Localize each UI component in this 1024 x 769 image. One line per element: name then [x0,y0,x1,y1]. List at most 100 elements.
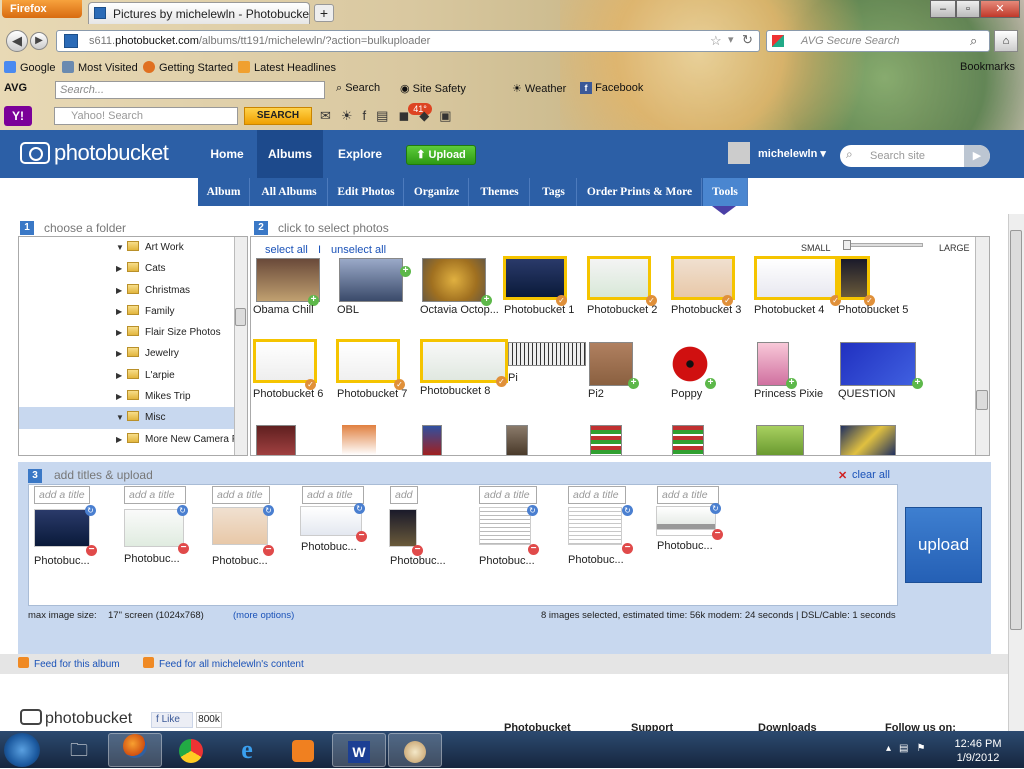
start-button[interactable] [4,733,40,767]
subnav-order-prints[interactable]: Order Prints & More [578,178,702,206]
avg-search-input[interactable]: Search... [55,81,325,99]
title-input[interactable]: add a title [124,486,186,504]
expand-icon[interactable]: ▶ [116,280,122,301]
more-options-link[interactable]: (more options) [233,610,294,621]
bookmark-latest-headlines[interactable]: Latest Headlines [238,61,336,74]
title-input[interactable]: add a title [34,486,90,504]
folder-item[interactable]: ▶ Mikes Trip [19,386,247,407]
folder-item[interactable]: ▶ More New Camera Pi [19,429,247,450]
clear-all-link[interactable]: clear all [852,469,890,481]
close-window-button[interactable]: ✕ [980,0,1020,18]
firefox-taskbar-icon[interactable] [108,733,162,767]
folder-item[interactable]: ▶ L'arpie [19,365,247,386]
nav-home[interactable]: Home [198,130,256,178]
expand-icon[interactable]: ▶ [116,343,122,364]
bookmark-getting-started[interactable]: Getting Started [143,61,233,74]
site-safety-button[interactable]: ◉ Site Safety [400,82,466,95]
clear-all-icon[interactable]: ✕ [838,469,847,482]
upload-button[interactable]: upload [905,507,982,583]
folder-item[interactable]: ▼ Art Work [19,237,247,258]
photo-thumbnail[interactable] [590,425,622,455]
nav-albums[interactable]: Albums [257,130,323,178]
rotate-icon[interactable]: ↻ [85,505,96,516]
photo-scrollbar[interactable] [975,237,989,455]
remove-icon[interactable]: − [356,531,367,542]
home-icon[interactable]: ⌂ [994,30,1018,52]
expand-icon[interactable]: ▶ [116,365,122,386]
expand-icon[interactable]: ▶ [116,301,122,322]
paint-taskbar-icon[interactable] [388,733,442,767]
max-size-value[interactable]: 17" screen (1024x768) [108,610,204,621]
folder-item[interactable]: ▶ Family [19,301,247,322]
feed-album-link[interactable]: Feed for this album [18,657,120,670]
rotate-icon[interactable]: ↻ [177,505,188,516]
rotate-icon[interactable]: ↻ [263,505,274,516]
bookmark-google[interactable]: Google [4,61,55,74]
photo-thumbnail[interactable] [757,342,789,386]
media-player-taskbar-icon[interactable] [276,733,330,767]
select-all-link[interactable]: select all [265,244,308,256]
expand-icon[interactable]: ▶ [116,429,122,450]
photo-thumbnail-selected[interactable] [336,339,400,383]
photo-thumbnail-selected[interactable] [253,339,317,383]
firefox-menu-button[interactable]: Firefox [2,0,82,18]
photo-thumbnail-selected[interactable] [420,339,508,383]
avg-search-button[interactable]: ⌕ Search [336,82,380,95]
rotate-icon[interactable]: ↻ [354,503,365,514]
unselect-all-link[interactable]: unselect all [331,244,386,256]
folder-scroll-thumb[interactable] [235,308,246,326]
remove-icon[interactable]: − [712,529,723,540]
photo-thumbnail-selected[interactable] [671,256,735,300]
bookmark-star-icon[interactable]: ☆ [710,33,722,49]
rotate-icon[interactable]: ↻ [710,503,721,514]
subnav-tags[interactable]: Tags [531,178,577,206]
dropdown-arrow-icon[interactable]: ▾ [728,33,734,46]
photo-thumbnail[interactable] [339,258,403,302]
system-clock[interactable]: 12:46 PM 1/9/2012 [950,737,1006,765]
facebook-button[interactable]: f Facebook [580,82,643,94]
folder-item[interactable]: ▶ Cats [19,258,247,279]
photo-thumbnail-selected[interactable] [503,256,567,300]
bookmarks-menu[interactable]: Bookmarks [960,61,1015,73]
back-button[interactable]: ◀ [6,30,28,52]
title-input[interactable]: add a title [568,486,626,504]
subnav-all-albums[interactable]: All Albums [251,178,328,206]
subnav-album[interactable]: Album [198,178,250,206]
photo-thumbnail[interactable] [256,425,296,455]
minimize-button[interactable]: – [930,0,956,18]
subnav-themes[interactable]: Themes [470,178,530,206]
photo-thumbnail[interactable] [508,342,586,366]
yahoo-search-button[interactable]: SEARCH [244,107,312,125]
photo-thumbnail[interactable] [840,425,896,455]
folder-item[interactable]: ▶ Jewelry [19,343,247,364]
browser-tab[interactable]: Pictures by michelewln - Photobucket [88,2,310,24]
expand-icon[interactable]: ▼ [116,407,124,428]
photo-thumbnail[interactable] [422,258,486,302]
photo-scroll-thumb[interactable] [976,390,988,410]
folder-scrollbar[interactable] [234,237,247,455]
upload-header-button[interactable]: ⬆ Upload [406,145,476,165]
title-input[interactable]: add a title [212,486,270,504]
expand-icon[interactable]: ▶ [116,322,122,343]
subnav-tools[interactable]: Tools [703,178,748,206]
subnav-organize[interactable]: Organize [405,178,469,206]
add-icon[interactable]: + [400,266,411,277]
folder-item[interactable]: ▶ Flair Size Photos [19,322,247,343]
title-input[interactable]: add a title [302,486,364,504]
photo-thumbnail-selected[interactable] [587,256,651,300]
page-scroll-thumb[interactable] [1010,230,1022,630]
photobucket-logo[interactable]: photobucket [20,140,169,166]
search-engine-box[interactable]: AVG Secure Search [766,30,990,52]
reload-icon[interactable]: ↻ [742,32,753,48]
forward-button[interactable]: ▶ [30,32,48,50]
title-input[interactable]: add [390,486,418,504]
expand-icon[interactable]: ▼ [116,237,124,258]
photo-thumbnail[interactable] [672,425,704,455]
photo-thumbnail[interactable] [672,342,708,386]
expand-icon[interactable]: ▶ [116,258,122,279]
remove-icon[interactable]: − [528,544,539,555]
photo-thumbnail[interactable] [840,342,916,386]
avg-toolbar-label[interactable]: AVG [4,82,27,94]
yahoo-toolbar-icons[interactable]: ✉☀f▤◼◆▣ [320,108,462,124]
title-input[interactable]: add a title [657,486,719,504]
